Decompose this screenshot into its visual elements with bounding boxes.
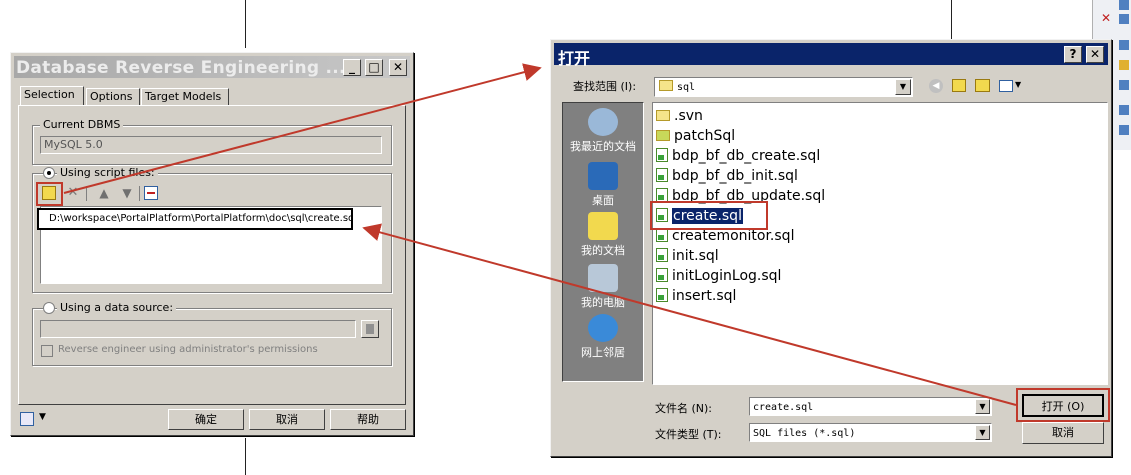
arrow-add-to-open <box>63 63 542 194</box>
annotation-arrows <box>63 63 1017 406</box>
arrow-open-to-path <box>362 223 1017 406</box>
